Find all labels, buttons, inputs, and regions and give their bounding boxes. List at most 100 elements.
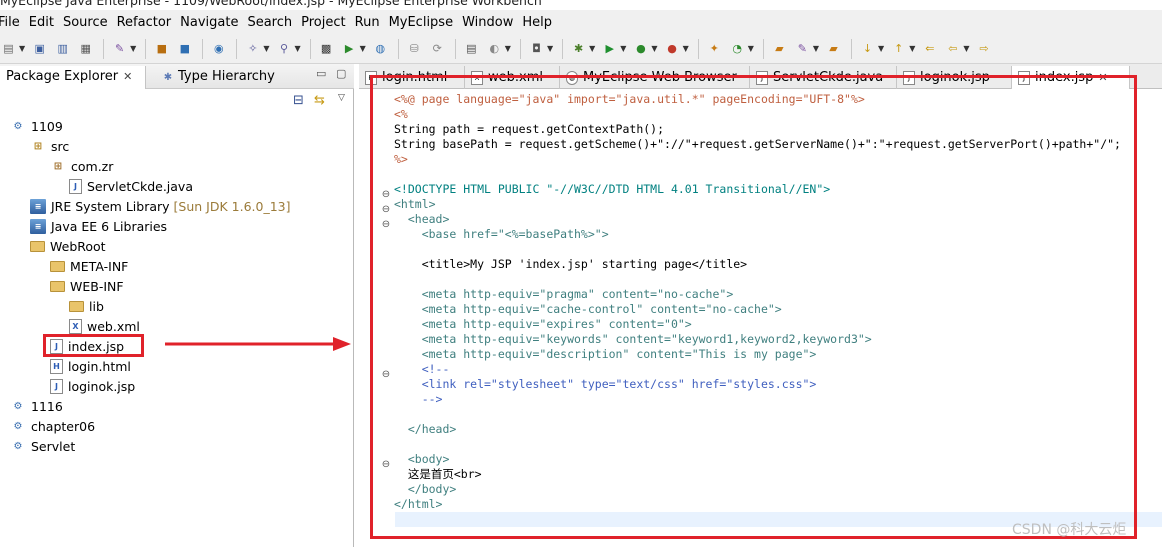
save-all-icon[interactable]: ▥	[54, 41, 71, 57]
last-edit-icon[interactable]: ⇐	[921, 41, 938, 57]
toolbar-separator	[236, 38, 238, 59]
dropdown-arrow-icon[interactable]: ▼	[813, 44, 819, 53]
tree-item-project-1116[interactable]: ⚙ 1116	[10, 396, 63, 416]
run-icon[interactable]: ▶	[601, 41, 618, 57]
run-server-icon[interactable]: ▶	[341, 41, 358, 57]
dropdown-arrow-icon[interactable]: ▼	[505, 44, 511, 53]
menu-file[interactable]: File	[0, 15, 29, 30]
toolbar-separator	[202, 38, 204, 59]
tree-item-project-servlet[interactable]: ⚙ Servlet	[10, 436, 76, 456]
library-icon: ≡	[30, 198, 46, 214]
tree-item-loginok-jsp[interactable]: Jloginok.jsp	[50, 376, 135, 396]
dropdown-arrow-icon[interactable]: ▼	[963, 44, 969, 53]
minimize-icon[interactable]: ▭	[316, 67, 326, 80]
deploy-icon[interactable]: ■	[153, 41, 170, 57]
new-wizard-icon[interactable]: ✎	[111, 41, 128, 57]
tree-item-label: 1109	[31, 118, 63, 134]
report-icon[interactable]: ▤	[463, 41, 480, 57]
prev-annotation-icon[interactable]: ↑	[890, 41, 907, 57]
dropdown-arrow-icon[interactable]: ▼	[263, 44, 269, 53]
project-icon: ⚙	[13, 440, 23, 452]
jsp-file-icon: J	[50, 378, 63, 394]
class-icon[interactable]: ✦	[706, 41, 723, 57]
tree-item-javaee-library[interactable]: ≡ Java EE 6 Libraries	[30, 216, 167, 236]
package-icon: ⊞	[53, 160, 63, 172]
tree-item-jre-library[interactable]: ≡ JRE System Library [Sun JDK 1.6.0_13]	[30, 196, 291, 216]
tree-item-label: loginok.jsp	[68, 378, 136, 394]
java-file-icon: J	[69, 178, 82, 194]
stop-run-icon[interactable]: ●	[664, 41, 681, 57]
tree-item-label: Servlet	[31, 438, 76, 454]
tree-item-project-chapter06[interactable]: ⚙ chapter06	[10, 416, 96, 436]
dropdown-arrow-icon[interactable]: ▼	[19, 44, 25, 53]
tree-item-label: login.html	[68, 358, 131, 374]
menu-myeclipse[interactable]: MyEclipse	[389, 15, 463, 30]
menu-project[interactable]: Project	[301, 15, 354, 30]
back-icon[interactable]: ⇦	[944, 41, 961, 57]
camera-icon[interactable]: ◘	[528, 41, 545, 57]
dropdown-arrow-icon[interactable]: ▼	[130, 44, 136, 53]
toolbar-separator	[103, 38, 105, 59]
maximize-icon[interactable]: ▢	[336, 67, 346, 80]
connect-icon[interactable]: ◐	[486, 41, 503, 57]
open-type-icon[interactable]: ▰	[771, 41, 788, 57]
tree-item-lib[interactable]: lib	[69, 296, 104, 316]
tree-item-servletckde-java[interactable]: J ServletCkde.java	[69, 176, 193, 196]
tree-item-project-1109[interactable]: ⚙ 1109	[10, 116, 63, 136]
tree-item-login-html[interactable]: Hlogin.html	[50, 356, 131, 376]
search-icon[interactable]: ⚲	[275, 41, 292, 57]
source-folder-icon: ⊞	[33, 140, 43, 152]
tree-item-meta-inf[interactable]: META-INF	[50, 256, 128, 276]
menu-refactor[interactable]: Refactor	[117, 15, 181, 30]
dropdown-arrow-icon[interactable]: ▼	[589, 44, 595, 53]
dropdown-arrow-icon[interactable]: ▼	[547, 44, 553, 53]
server-icon[interactable]: ▩	[318, 41, 335, 57]
dropdown-arrow-icon[interactable]: ▼	[651, 44, 657, 53]
view-menu-icon[interactable]: ▽	[338, 93, 345, 103]
tab-package-explorer-label: Package Explorer	[6, 69, 119, 84]
close-icon[interactable]: ✕	[123, 70, 132, 83]
package-icon[interactable]: ■	[176, 41, 193, 57]
next-annotation-icon[interactable]: ↓	[859, 41, 876, 57]
menu-search[interactable]: Search	[247, 15, 301, 30]
tab-package-explorer[interactable]: Package Explorer ✕	[0, 66, 146, 89]
run-config-icon[interactable]: ●	[632, 41, 649, 57]
tree-item-label: WEB-INF	[70, 278, 124, 294]
browser-icon[interactable]: ◉	[210, 41, 227, 57]
menu-navigate[interactable]: Navigate	[180, 15, 247, 30]
tree-item-package-com-zr[interactable]: ⊞ com.zr	[50, 156, 114, 176]
folder-open-icon[interactable]: ▰	[825, 41, 842, 57]
tree-item-src[interactable]: ⊞ src	[30, 136, 69, 156]
dropdown-arrow-icon[interactable]: ▼	[360, 44, 366, 53]
dropdown-arrow-icon[interactable]: ▼	[683, 44, 689, 53]
dropdown-arrow-icon[interactable]: ▼	[878, 44, 884, 53]
dropdown-arrow-icon[interactable]: ▼	[909, 44, 915, 53]
tree-item-web-inf[interactable]: WEB-INF	[50, 276, 124, 296]
menu-window[interactable]: Window	[462, 15, 522, 30]
dropdown-arrow-icon[interactable]: ▼	[748, 44, 754, 53]
debug-icon[interactable]: ✱	[570, 41, 587, 57]
folder-icon	[50, 260, 65, 272]
menu-edit[interactable]: Edit	[29, 15, 63, 30]
sync-icon[interactable]: ⟳	[429, 41, 446, 57]
db-icon[interactable]: ⛁	[406, 41, 423, 57]
tree-item-label: META-INF	[70, 258, 129, 274]
menu-help[interactable]: Help	[522, 15, 561, 30]
save-icon[interactable]: ▣	[31, 41, 48, 57]
new-class-icon[interactable]: ◔	[729, 41, 746, 57]
menu-run[interactable]: Run	[355, 15, 389, 30]
tab-type-hierarchy[interactable]: ✱ Type Hierarchy	[156, 66, 275, 89]
dropdown-arrow-icon[interactable]: ▼	[620, 44, 626, 53]
globe-icon[interactable]: ◍	[372, 41, 389, 57]
print-icon[interactable]: ▦	[77, 41, 94, 57]
tree-item-web-xml[interactable]: Xweb.xml	[69, 316, 140, 336]
open-task-icon[interactable]: ✎	[794, 41, 811, 57]
collapse-all-icon[interactable]: ⊟	[293, 93, 304, 108]
tree-item-webroot[interactable]: WebRoot	[30, 236, 106, 256]
link-with-editor-icon[interactable]: ⇆	[314, 93, 325, 108]
forward-icon[interactable]: ⇨	[976, 41, 993, 57]
new-icon[interactable]: ▤	[0, 41, 17, 57]
wand-icon[interactable]: ✧	[244, 41, 261, 57]
menu-source[interactable]: Source	[63, 15, 117, 30]
dropdown-arrow-icon[interactable]: ▼	[294, 44, 300, 53]
